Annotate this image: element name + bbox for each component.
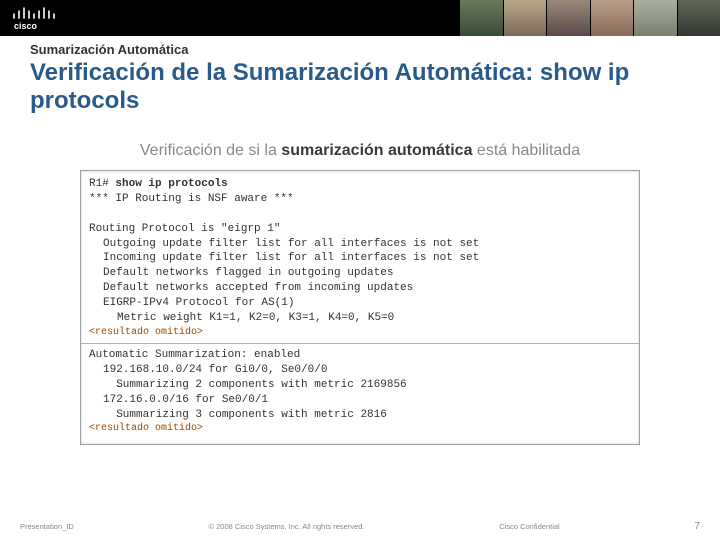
slide-content: Sumarización Automática Verificación de … — [0, 36, 720, 445]
terminal-line: Incoming update filter list for all inte… — [89, 251, 631, 266]
terminal-line: Metric weight K1=1, K2=0, K3=1, K4=0, K5… — [89, 311, 631, 326]
terminal-line: Automatic Summarization: enabled — [89, 348, 631, 363]
subtitle-segment: Verificación de si la — [140, 142, 281, 159]
header-bar: cisco — [0, 0, 720, 36]
omitted-marker: <resultado omitido> — [89, 326, 631, 340]
terminal-line: 192.168.10.0/24 for Gi0/0, Se0/0/0 — [89, 363, 631, 378]
slide-pretitle: Sumarización Automática — [30, 42, 690, 57]
slide-title: Verificación de la Sumarización Automáti… — [30, 59, 690, 114]
cisco-logo: cisco — [10, 2, 58, 32]
subtitle-bold: sumarización automática — [281, 142, 472, 159]
terminal-line: Default networks flagged in outgoing upd… — [89, 266, 631, 281]
logo-text: cisco — [14, 21, 38, 31]
slide-subtitle: Verificación de si la sumarización autom… — [30, 142, 690, 160]
terminal-bottom-section: Automatic Summarization: enabled 192.168… — [81, 343, 639, 444]
terminal-line: Routing Protocol is "eigrp 1" — [89, 222, 631, 237]
command-text: show ip protocols — [115, 178, 227, 190]
terminal-line: Summarizing 2 components with metric 216… — [89, 378, 631, 393]
page-number: 7 — [694, 521, 700, 532]
footer-copyright: © 2008 Cisco Systems, Inc. All rights re… — [209, 522, 365, 531]
terminal-line: Summarizing 3 components with metric 281… — [89, 408, 631, 423]
header-photo-strip — [460, 0, 720, 36]
footer-left: Presentation_ID — [20, 522, 74, 531]
prompt-text: R1# — [89, 178, 115, 190]
terminal-line: Default networks accepted from incoming … — [89, 281, 631, 296]
omitted-marker: <resultado omitido> — [89, 422, 631, 436]
terminal-line: Outgoing update filter list for all inte… — [89, 237, 631, 252]
terminal-line: *** IP Routing is NSF aware *** — [89, 192, 631, 207]
terminal-prompt-line: R1# show ip protocols — [89, 177, 631, 192]
subtitle-segment: está habilitada — [472, 142, 580, 159]
terminal-line: EIGRP-IPv4 Protocol for AS(1) — [89, 296, 631, 311]
footer-confidential: Cisco Confidential — [499, 522, 559, 531]
terminal-output: R1# show ip protocols *** IP Routing is … — [80, 170, 640, 445]
terminal-top-section: R1# show ip protocols *** IP Routing is … — [81, 171, 639, 343]
slide-footer: Presentation_ID © 2008 Cisco Systems, In… — [0, 521, 720, 532]
terminal-line — [89, 207, 631, 222]
terminal-line: 172.16.0.0/16 for Se0/0/1 — [89, 393, 631, 408]
